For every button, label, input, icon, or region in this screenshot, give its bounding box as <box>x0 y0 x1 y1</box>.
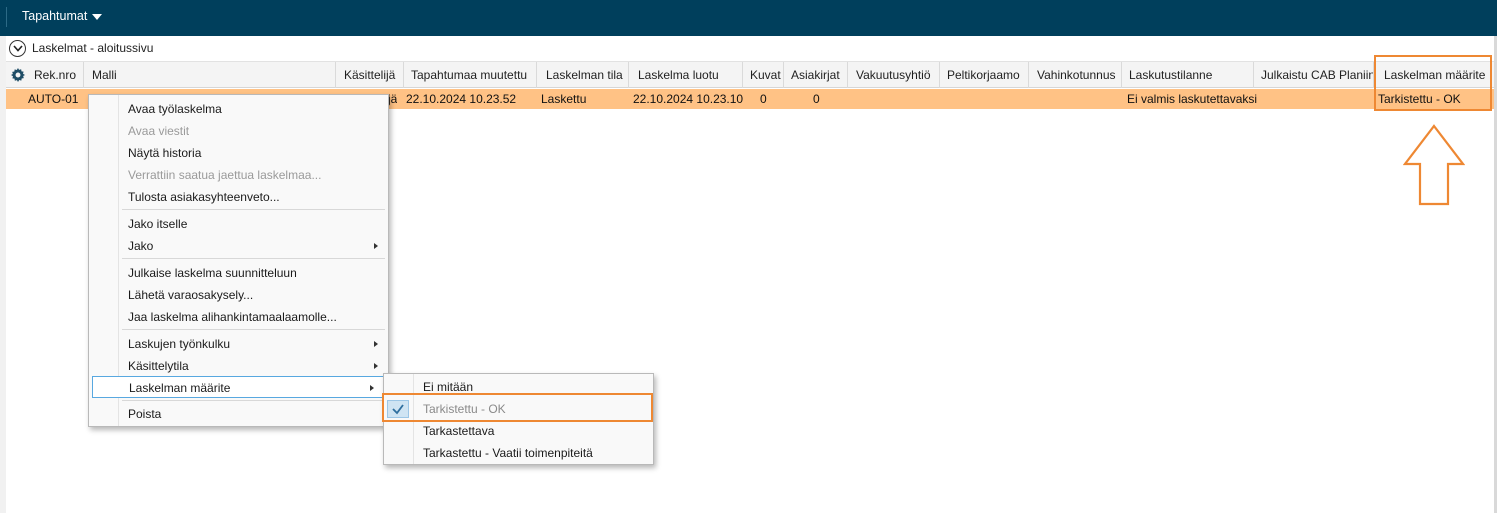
menu-item-laskujen-tyonkulku[interactable]: Laskujen työnkulku <box>89 333 388 355</box>
menu-separator <box>122 258 385 259</box>
column-header-vakuutusyhtio[interactable]: Vakuutusyhtiö <box>850 62 940 88</box>
menu-item-laskelman-maarite-label: Laskelman määrite <box>129 381 231 395</box>
column-header-peltikorjaamo[interactable]: Peltikorjaamo <box>941 62 1029 88</box>
column-header-laskelma-luotu[interactable]: Laskelma luotu <box>632 62 743 88</box>
menu-separator <box>122 329 385 330</box>
menu-item-kasittelytila-label: Käsittelytila <box>128 359 189 373</box>
column-header-rek-nro[interactable]: Rek.nro <box>28 62 84 88</box>
highlight-callout-box <box>1374 55 1492 111</box>
caret-down-icon <box>92 13 103 20</box>
column-header-kuvat[interactable]: Kuvat <box>744 62 784 88</box>
highlight-callout-box <box>382 393 653 422</box>
chevron-down-icon <box>12 44 23 52</box>
menu-item-laheta-varaosakysely[interactable]: Lähetä varaosakysely... <box>89 284 388 306</box>
menu-item-jako[interactable]: Jako <box>89 235 388 257</box>
menu-item-laskelman-maarite[interactable]: Laskelman määrite <box>92 376 385 398</box>
menu-item-kasittelytila[interactable]: Käsittelytila <box>89 355 388 377</box>
tapahtumat-menu[interactable]: Tapahtumat <box>22 9 103 23</box>
collapse-toggle[interactable] <box>9 39 26 57</box>
breadcrumb-label: Laskelmat - aloitussivu <box>32 41 154 55</box>
menu-item-laskujen-tyonkulku-label: Laskujen työnkulku <box>128 337 231 351</box>
top-bar-divider <box>6 7 7 27</box>
menu-item-avaa-tyolaskelma[interactable]: Avaa työlaskelma <box>89 98 388 120</box>
menu-item-julkaise-laskelma[interactable]: Julkaise laskelma suunnitteluun <box>89 262 388 284</box>
column-header-malli[interactable]: Malli <box>86 62 336 88</box>
submenu-arrow-icon <box>374 341 378 347</box>
cell-asiakirjat: 0 <box>813 92 820 106</box>
menu-item-poista[interactable]: Poista <box>89 403 388 425</box>
gear-icon[interactable] <box>11 68 25 82</box>
submenu-arrow-icon <box>374 363 378 369</box>
column-header-laskutustilanne[interactable]: Laskutustilanne <box>1123 62 1254 88</box>
cell-kuvat: 0 <box>760 92 767 106</box>
cell-rek-nro: AUTO-01 <box>28 92 79 106</box>
menu-item-verrattiin: Verrattiin saatua jaettua laskelmaa... <box>128 168 322 182</box>
top-bar: Tapahtumat <box>0 0 1497 36</box>
menu-item-tulosta-asiakasyhteenveto[interactable]: Tulosta asiakasyhteenveto... <box>89 186 388 208</box>
menu-item-nayta-historia[interactable]: Näytä historia <box>89 142 388 164</box>
column-header-tapahtumaa-muutettu[interactable]: Tapahtumaa muutettu <box>405 62 537 88</box>
menu-item-jako-itselle[interactable]: Jako itselle <box>89 213 388 235</box>
up-arrow-icon <box>1403 124 1465 206</box>
menu-separator <box>122 209 385 210</box>
cell-tapahtumaa-muutettu: 22.10.2024 10.23.52 <box>406 92 517 106</box>
cell-laskelman-tila: Laskettu <box>541 92 587 106</box>
menu-separator <box>122 400 385 401</box>
submenu-item-tarkastettu-vaatii[interactable]: Tarkastettu - Vaatii toimenpiteitä <box>384 442 653 464</box>
cell-laskutustilanne: Ei valmis laskutettavaksi <box>1127 92 1258 106</box>
column-header-vahinkotunnus[interactable]: Vahinkotunnus <box>1031 62 1122 88</box>
cell-laskelma-luotu: 22.10.2024 10.23.10 <box>633 92 744 106</box>
grid-header: Rek.nro Malli Käsittelijä Tapahtumaa muu… <box>6 61 1494 88</box>
tapahtumat-menu-label: Tapahtumat <box>22 9 88 23</box>
column-header-kasittelija[interactable]: Käsittelijä <box>338 62 404 88</box>
submenu-item-tarkastettava[interactable]: Tarkastettava <box>384 420 653 442</box>
submenu-arrow-icon <box>370 385 374 391</box>
context-menu: Avaa työlaskelma Avaa viestit Näytä hist… <box>88 94 389 427</box>
cell-kasittelija: jä <box>388 92 398 106</box>
submenu-arrow-icon <box>374 243 378 249</box>
column-header-julkaistu-cab-planiin[interactable]: Julkaistu CAB Planiin <box>1255 62 1374 88</box>
column-header-asiakirjat[interactable]: Asiakirjat <box>785 62 848 88</box>
column-header-laskelman-tila[interactable]: Laskelman tila <box>540 62 629 88</box>
menu-item-avaa-viestit: Avaa viestit <box>128 124 190 138</box>
breadcrumb: Laskelmat - aloitussivu <box>9 39 153 57</box>
menu-item-jaa-laskelma[interactable]: Jaa laskelma alihankintamaalaamolle... <box>89 306 388 328</box>
menu-item-jako-label: Jako <box>128 239 154 253</box>
